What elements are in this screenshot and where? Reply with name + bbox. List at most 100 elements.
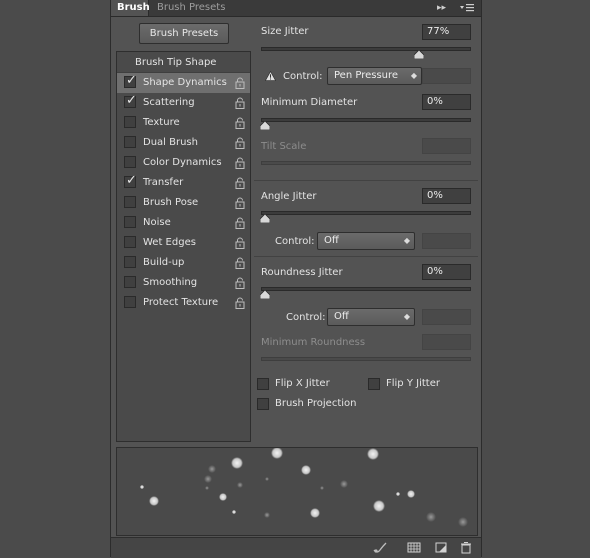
list-item-checkbox[interactable]: ✓: [124, 93, 137, 108]
angle-control-value: Off: [324, 235, 339, 246]
list-item-brush-tip-shape[interactable]: Brush Tip Shape: [117, 53, 250, 73]
section-divider: [254, 256, 478, 257]
checkbox-box[interactable]: [257, 398, 269, 410]
brush-toggle-icon[interactable]: [373, 541, 387, 554]
size-control-value: Pen Pressure: [334, 70, 399, 81]
list-item-noise[interactable]: Noise: [117, 213, 250, 233]
panel-bottom-bar: [111, 537, 481, 558]
flip-y-jitter-label: Flip Y Jitter: [386, 378, 440, 389]
tilt-scale-input: [422, 138, 471, 154]
size-jitter-slider[interactable]: [261, 47, 471, 59]
warning-icon: [265, 71, 276, 81]
tilt-scale-label: Tilt Scale: [261, 141, 307, 152]
angle-control-extra-field: [422, 233, 471, 249]
list-item-label: Brush Pose: [143, 197, 199, 208]
list-item-checkbox[interactable]: [124, 136, 136, 148]
list-item-checkbox[interactable]: [124, 216, 136, 228]
trash-icon[interactable]: [459, 541, 473, 554]
list-item-checkbox[interactable]: ✓: [124, 173, 137, 188]
checkbox-box[interactable]: [368, 378, 380, 390]
angle-jitter-label: Angle Jitter: [261, 191, 317, 202]
minimum-diameter-slider[interactable]: [260, 118, 471, 130]
tab-brush[interactable]: Brush: [111, 0, 150, 16]
list-item-label: Smoothing: [143, 277, 198, 288]
roundness-jitter-slider[interactable]: [260, 287, 471, 299]
tab-brush-presets[interactable]: Brush Presets: [157, 0, 225, 16]
flip-y-jitter-checkbox[interactable]: Flip Y Jitter: [368, 377, 478, 393]
lock-icon[interactable]: [235, 297, 245, 309]
size-control-dropdown[interactable]: Pen Pressure ◆: [327, 67, 422, 85]
list-item-checkbox[interactable]: [124, 236, 136, 248]
minimum-roundness-slider: [261, 357, 471, 361]
panel-tab-bar: Brush Brush Presets ▸▸: [111, 0, 481, 17]
lock-icon[interactable]: [235, 197, 245, 209]
lock-icon[interactable]: [235, 217, 245, 229]
list-item-shape-dynamics[interactable]: ✓ Shape Dynamics: [117, 73, 250, 93]
lock-icon[interactable]: [235, 277, 245, 289]
section-divider: [254, 180, 478, 181]
size-jitter-slider-thumb[interactable]: [414, 50, 424, 59]
list-item-scattering[interactable]: ✓ Scattering: [117, 93, 250, 113]
angle-jitter-input[interactable]: 0%: [422, 188, 471, 204]
minimum-diameter-label: Minimum Diameter: [261, 97, 358, 108]
roundness-control-extra-field: [422, 309, 471, 325]
minimum-diameter-slider-thumb[interactable]: [260, 121, 270, 130]
list-item-checkbox[interactable]: [124, 156, 136, 168]
list-item-color-dynamics[interactable]: Color Dynamics: [117, 153, 250, 173]
list-item-label: Dual Brush: [143, 137, 198, 148]
list-item-dual-brush[interactable]: Dual Brush: [117, 133, 250, 153]
brush-projection-checkbox[interactable]: Brush Projection: [257, 397, 407, 413]
panel-menu-icon[interactable]: [459, 0, 475, 16]
brush-panel: Brush Brush Presets ▸▸ Brush Presets Bru…: [110, 0, 482, 558]
size-jitter-input[interactable]: 77%: [422, 24, 471, 40]
minimum-roundness-label: Minimum Roundness: [261, 337, 366, 348]
lock-icon[interactable]: [235, 177, 245, 189]
lock-icon[interactable]: [235, 157, 245, 169]
brush-projection-label: Brush Projection: [275, 398, 357, 409]
lock-icon[interactable]: [235, 137, 245, 149]
brush-presets-button[interactable]: Brush Presets: [139, 23, 229, 44]
lock-icon[interactable]: [235, 237, 245, 249]
list-item-checkbox[interactable]: [124, 116, 136, 128]
list-item-label: Color Dynamics: [143, 157, 222, 168]
list-item-build-up[interactable]: Build-up: [117, 253, 250, 273]
angle-jitter-slider-thumb[interactable]: [260, 214, 270, 223]
list-item-brush-pose[interactable]: Brush Pose: [117, 193, 250, 213]
list-item-protect-texture[interactable]: Protect Texture: [117, 293, 250, 313]
chevron-updown-icon: ◆: [410, 71, 417, 80]
checkbox-box[interactable]: [257, 378, 269, 390]
list-item-label: Build-up: [143, 257, 185, 268]
lock-icon[interactable]: [235, 97, 245, 109]
chevron-updown-icon: ◆: [403, 236, 410, 245]
list-item-wet-edges[interactable]: Wet Edges: [117, 233, 250, 253]
roundness-jitter-label: Roundness Jitter: [261, 267, 343, 278]
list-item-checkbox[interactable]: [124, 256, 136, 268]
lock-icon[interactable]: [235, 257, 245, 269]
collapse-panel-icon[interactable]: ▸▸: [437, 0, 446, 16]
minimum-diameter-input[interactable]: 0%: [422, 94, 471, 110]
list-item-checkbox[interactable]: [124, 296, 136, 308]
flip-x-jitter-checkbox[interactable]: Flip X Jitter: [257, 377, 367, 393]
roundness-control-dropdown[interactable]: Off ◆: [327, 308, 415, 326]
brush-stroke-preview: [116, 447, 478, 536]
list-item-smoothing[interactable]: Smoothing: [117, 273, 250, 293]
list-item-checkbox[interactable]: ✓: [124, 73, 137, 88]
list-item-texture[interactable]: Texture: [117, 113, 250, 133]
roundness-jitter-input[interactable]: 0%: [422, 264, 471, 280]
canvas-backdrop-right: [480, 0, 590, 557]
tilt-scale-slider: [261, 161, 471, 165]
new-preset-icon[interactable]: [434, 541, 448, 554]
angle-jitter-slider[interactable]: [260, 211, 471, 223]
list-item-checkbox[interactable]: [124, 196, 136, 208]
list-item-transfer[interactable]: ✓ Transfer: [117, 173, 250, 193]
list-item-label: Protect Texture: [143, 297, 219, 308]
flip-x-jitter-label: Flip X Jitter: [275, 378, 330, 389]
grid-icon[interactable]: [407, 541, 421, 554]
lock-icon[interactable]: [235, 77, 245, 89]
checkmark-icon: ✓: [126, 173, 137, 188]
angle-control-dropdown[interactable]: Off ◆: [317, 232, 415, 250]
lock-icon[interactable]: [235, 117, 245, 129]
roundness-control-value: Off: [334, 311, 349, 322]
list-item-checkbox[interactable]: [124, 276, 136, 288]
roundness-jitter-slider-thumb[interactable]: [260, 290, 270, 299]
